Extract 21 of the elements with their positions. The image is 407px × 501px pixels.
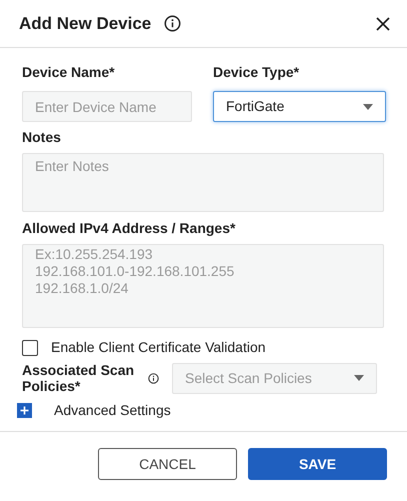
dialog-title: Add New Device bbox=[19, 12, 152, 35]
advanced-settings-label: Advanced Settings bbox=[54, 401, 171, 420]
expand-icon[interactable] bbox=[17, 403, 32, 418]
info-icon bbox=[148, 372, 159, 384]
notes-field[interactable]: Enter Notes bbox=[22, 153, 384, 212]
checkbox-label: Enable Client Certificate Validation bbox=[51, 338, 266, 357]
save-button[interactable]: SAVE bbox=[248, 448, 387, 480]
field-label: Device Type* bbox=[213, 63, 300, 82]
close-icon[interactable] bbox=[375, 16, 391, 32]
device-type-dropdown[interactable]: FortiGate bbox=[213, 91, 386, 122]
info-icon bbox=[164, 15, 182, 32]
field-label: Allowed IPv4 Address / Ranges* bbox=[22, 219, 236, 238]
ipv4-ranges-field[interactable]: Ex:10.255.254.193 192.168.101.0-192.168.101.255 192.168.1.0/24 bbox=[22, 244, 384, 328]
cancel-button[interactable]: CANCEL bbox=[98, 448, 237, 480]
caret-icon bbox=[363, 104, 373, 110]
caret-icon bbox=[354, 375, 364, 381]
checkbox[interactable] bbox=[22, 340, 38, 356]
field-label: Associated Scan Policies* bbox=[22, 362, 136, 394]
field-label: Device Name* bbox=[22, 63, 116, 82]
field-label: Notes bbox=[22, 128, 62, 147]
device-name-field[interactable]: Enter Device Name bbox=[22, 91, 192, 122]
